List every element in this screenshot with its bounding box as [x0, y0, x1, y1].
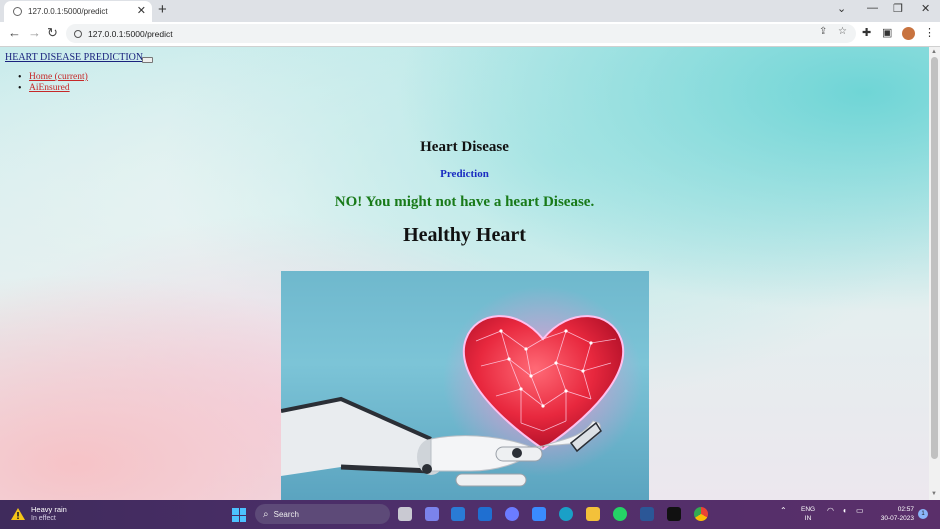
wifi-icon[interactable]: ◠ — [827, 506, 834, 515]
dropbox-icon[interactable] — [478, 507, 492, 521]
notification-badge[interactable]: 1 — [918, 509, 928, 519]
menu-icon[interactable]: ⋮ — [924, 26, 935, 39]
teams-icon[interactable] — [425, 507, 439, 521]
restore-icon[interactable]: ❐ — [893, 2, 903, 15]
whatsapp-icon[interactable] — [613, 507, 627, 521]
weather-status: In effect — [31, 515, 56, 522]
lang-line2: IN — [804, 515, 812, 522]
site-info-icon[interactable] — [74, 29, 82, 38]
prediction-verdict: Healthy Heart — [403, 224, 526, 246]
tab-search-icon[interactable]: ⌄ — [837, 2, 846, 15]
lang-line1: ENG — [801, 506, 816, 513]
nav-link-aiensured[interactable]: AiEnsured — [29, 83, 70, 93]
prediction-result: NO! You might not have a heart Disease. — [334, 194, 595, 210]
url-text: 127.0.0.1:5000/predict — [88, 28, 173, 39]
robot-heart-illustration — [281, 286, 643, 487]
battery-icon[interactable]: ▭ — [856, 506, 864, 515]
new-tab-icon[interactable]: + — [158, 1, 167, 18]
tab-title: 127.0.0.1:5000/predict — [28, 7, 108, 16]
browser-tab[interactable]: 127.0.0.1:5000/predict ✕ — [4, 1, 152, 22]
nav-list: Home (current) AiEnsured — [18, 72, 88, 94]
extensions-icon[interactable]: ✚ — [862, 26, 871, 39]
start-button-icon[interactable] — [232, 508, 246, 522]
reload-icon[interactable]: ↻ — [47, 25, 58, 41]
task-view-icon[interactable] — [398, 507, 412, 521]
volume-icon[interactable]: ◖ — [842, 506, 847, 515]
scroll-down-icon[interactable]: ▼ — [931, 491, 937, 497]
profile-avatar[interactable] — [902, 27, 915, 40]
edge-icon[interactable] — [559, 507, 573, 521]
clock[interactable]: 02:57 30-07-2023 — [874, 505, 914, 523]
nav-item-home[interactable]: Home (current) — [18, 72, 88, 83]
file-explorer-icon[interactable] — [586, 507, 600, 521]
scrollbar-thumb[interactable] — [931, 57, 938, 459]
navbar-toggler-icon[interactable] — [142, 57, 153, 63]
page-title: Heart Disease — [420, 139, 509, 155]
clock-date: 30-07-2023 — [880, 515, 914, 522]
search-icon: ⌕ — [263, 508, 269, 520]
pen-app-icon[interactable] — [532, 507, 546, 521]
close-tab-icon[interactable]: ✕ — [137, 4, 146, 17]
clock-time: 02:57 — [897, 506, 914, 513]
nav-item-aiensured[interactable]: AiEnsured — [18, 83, 88, 94]
bookmark-star-icon[interactable]: ☆ — [838, 26, 847, 37]
close-window-icon[interactable]: ✕ — [921, 2, 930, 15]
side-panel-icon[interactable]: ▣ — [882, 26, 892, 39]
toolbar: ← → ↻ 127.0.0.1:5000/predict ⇪ ☆ ✚ ▣ ⋮ — [0, 22, 940, 47]
scroll-up-icon[interactable]: ▲ — [931, 49, 937, 55]
taskbar: Heavy rain In effect ⌕ Search ⌃ ENG IN ◠… — [0, 500, 940, 529]
globe-icon — [13, 7, 22, 16]
nav-link-home[interactable]: Home (current) — [29, 72, 88, 82]
terminal-icon[interactable] — [667, 507, 681, 521]
share-icon[interactable]: ⇪ — [819, 26, 827, 37]
forward-icon[interactable]: → — [28, 25, 41, 40]
taskbar-search[interactable]: ⌕ Search — [255, 504, 390, 524]
chrome-icon[interactable] — [694, 507, 708, 521]
mail-icon[interactable] — [451, 507, 465, 521]
robot-heart-image — [281, 271, 649, 500]
search-placeholder: Search — [273, 509, 299, 519]
app-icon[interactable] — [505, 507, 519, 521]
weather-title: Heavy rain — [31, 505, 67, 514]
tab-strip: 127.0.0.1:5000/predict ✕ + ⌄ — ❐ ✕ — [0, 0, 940, 22]
minimize-icon[interactable]: — — [867, 2, 878, 14]
word-icon[interactable] — [640, 507, 654, 521]
page-scrollbar[interactable]: ▲ ▼ — [929, 47, 940, 500]
address-bar[interactable]: 127.0.0.1:5000/predict — [66, 24, 856, 43]
language-indicator[interactable]: ENG IN — [801, 505, 815, 523]
weather-warning-icon[interactable] — [10, 507, 26, 521]
page-viewport: HEART DISEASE PREDICTION Home (current) … — [0, 47, 929, 500]
show-hidden-icons-icon[interactable]: ⌃ — [780, 506, 787, 515]
navbar-brand[interactable]: HEART DISEASE PREDICTION — [5, 52, 143, 63]
back-icon[interactable]: ← — [8, 25, 21, 40]
page-subtitle: Prediction — [440, 168, 489, 180]
